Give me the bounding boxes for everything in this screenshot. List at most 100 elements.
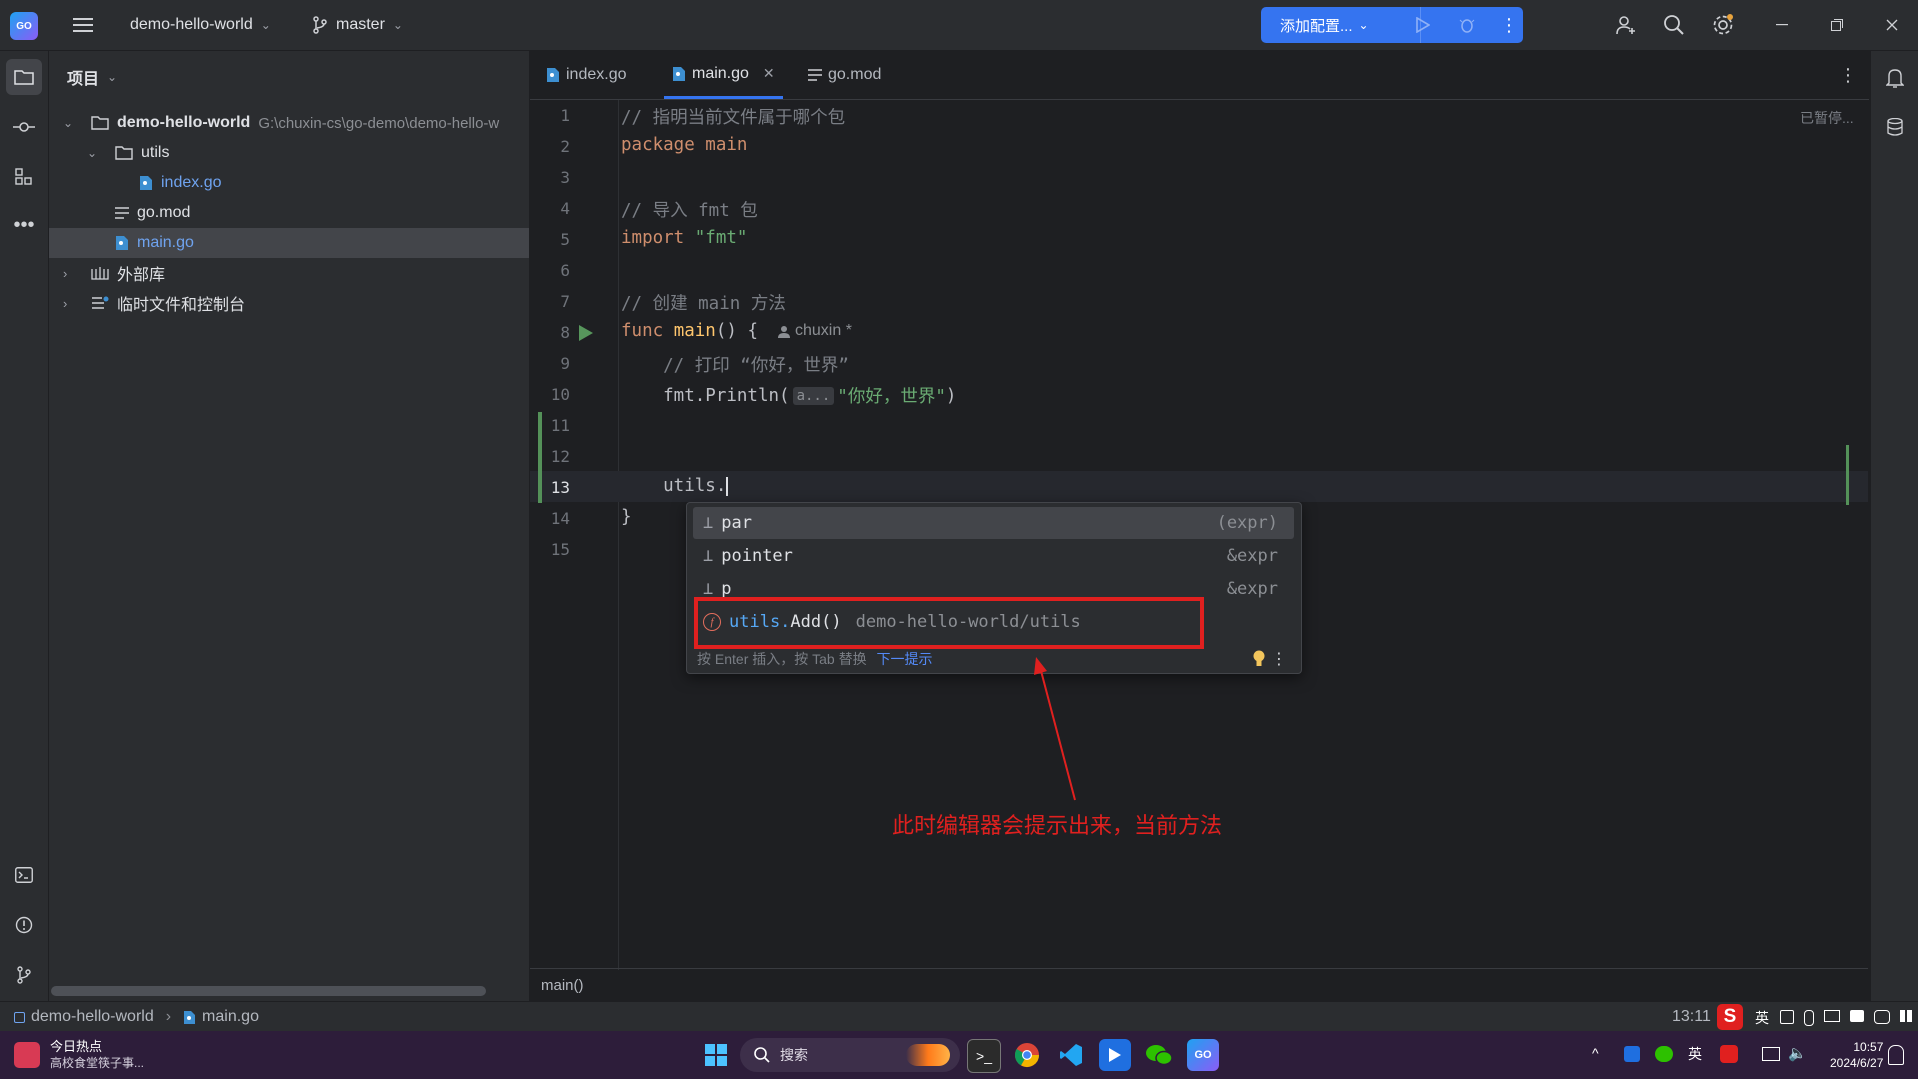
taskbar-search-box[interactable]: 搜索 [740,1038,960,1072]
terminal-icon[interactable] [6,857,42,893]
restore-icon[interactable] [1825,14,1849,36]
breadcrumb-function[interactable]: main() [541,977,584,994]
tray-sogou-icon[interactable] [1720,1045,1738,1063]
goland-app-icon[interactable]: GO [1187,1039,1219,1071]
completion-options-icon[interactable]: ⋮ [1271,649,1287,669]
comment-text: // 指明当前文件属于哪个包 [621,108,846,128]
run-icon[interactable] [1411,13,1435,37]
volume-icon[interactable]: 🔈 [1788,1044,1807,1062]
tab-index-go[interactable]: index.go [546,51,627,99]
tree-item-index-go[interactable]: index.go [49,168,529,198]
code-line-9[interactable]: // 打印 “你好，世界” [621,352,849,377]
network-icon[interactable] [1762,1047,1780,1061]
code-line-10[interactable]: fmt.Println(a... "你好，世界") [621,383,956,408]
line-number: 11 [550,416,570,435]
minimize-icon[interactable] [1770,14,1794,36]
terminal-app-icon[interactable]: >_ [967,1039,1001,1073]
ime-punct-icon[interactable] [1780,1010,1794,1024]
tree-item-scratches[interactable]: › 临时文件和控制台 [49,288,529,318]
feishu-app-icon[interactable] [1099,1039,1131,1071]
news-icon [14,1042,40,1068]
code-author-inlay[interactable]: chuxin * [778,322,852,340]
tree-item-external-libraries[interactable]: › 外部库 [49,258,529,288]
close-tab-icon[interactable]: ✕ [763,65,775,82]
code-line-8[interactable]: func main() { chuxin * [621,321,852,341]
tree-item-label: go.mod [137,204,191,221]
code-line-1[interactable]: // 指明当前文件属于哪个包 [621,104,845,129]
wechat-icon[interactable] [1143,1039,1175,1071]
search-icon[interactable] [1660,11,1688,39]
commit-icon[interactable] [6,109,42,145]
chevron-up-icon[interactable]: ^ [1592,1045,1599,1061]
code-line-14[interactable]: } [621,507,632,527]
project-folder-icon[interactable] [6,59,42,95]
horizontal-scrollbar[interactable] [51,986,486,996]
caret-position[interactable]: 13:11 [1672,1008,1711,1026]
news-title: 今日热点 [50,1039,103,1054]
settings-gear-icon[interactable] [1709,11,1737,39]
completion-item-pointer[interactable]: ⊥ pointer &expr [693,540,1294,572]
sogou-ime-icon[interactable]: S [1717,1004,1743,1030]
next-tip-link[interactable]: 下一提示 [876,651,932,667]
taskbar-clock[interactable]: 10:57 2024/6/27 [1830,1039,1883,1071]
status-file[interactable]: main.go [202,1008,259,1026]
tab-go-mod[interactable]: go.mod [808,51,881,99]
vscode-icon[interactable] [1055,1039,1087,1071]
microphone-icon[interactable] [1804,1010,1814,1026]
lightbulb-icon[interactable] [1251,649,1267,669]
grid-menu-icon[interactable] [1900,1010,1912,1022]
code-line-5[interactable]: import "fmt" [621,228,747,248]
postfix-template-icon: ⊥ [703,513,714,533]
news-widget[interactable]: 今日热点 高校食堂筷子事... [14,1039,144,1071]
chevron-right-icon: › [63,265,68,281]
add-configuration-button[interactable]: 添加配置... ⌄ [1261,7,1421,43]
project-tool-window: 项目 ⌄ ⌄ demo-hello-world G:\chuxin-cs\go-… [49,51,530,1001]
notifications-icon[interactable] [1883,66,1907,90]
ime-mode[interactable]: 英 [1755,1008,1769,1028]
gamepad-icon[interactable] [1874,1010,1890,1024]
debug-icon[interactable] [1455,13,1479,37]
add-user-icon[interactable] [1612,11,1640,39]
close-window-icon[interactable] [1880,14,1904,36]
tray-ime-indicator[interactable]: 英 [1688,1044,1702,1064]
windows-start-icon[interactable] [700,1039,732,1071]
tree-root-demo-hello-world[interactable]: ⌄ demo-hello-world G:\chuxin-cs\go-demo\… [49,108,529,138]
tree-item-utils[interactable]: ⌄ utils [49,138,529,168]
run-gutter-icon[interactable] [578,324,594,342]
git-branch-icon [313,16,327,34]
chevron-down-icon: ⌄ [87,146,98,160]
branch-switcher[interactable]: master ⌄ [312,0,403,50]
code-line-13[interactable]: utils. [621,476,729,496]
tray-wechat-icon[interactable] [1655,1046,1673,1062]
project-panel-header[interactable]: 项目 ⌄ [67,65,117,89]
code-line-7[interactable]: // 创建 main 方法 [621,290,786,315]
git-icon[interactable] [6,957,42,993]
keyboard-icon[interactable] [1824,1010,1840,1022]
editor-breadcrumb-bar: main() [530,968,1868,1001]
tab-main-go[interactable]: main.go ✕ [664,51,783,99]
status-project[interactable]: demo-hello-world [31,1008,154,1026]
more-tools-icon[interactable]: ••• [6,207,42,243]
tab-options-icon[interactable]: ⋮ [1836,63,1860,87]
analysis-paused-label[interactable]: 已暂停... [1800,108,1854,128]
problems-icon[interactable] [6,907,42,943]
more-actions-icon[interactable]: ⋮ [1499,13,1519,37]
code-line-4[interactable]: // 导入 fmt 包 [621,197,758,222]
postfix-template-icon: ⊥ [703,546,714,566]
completion-footer: 按 Enter 插入，按 Tab 替换 下一提示 [697,649,932,669]
string-text: "你好，世界" [837,387,946,407]
tray-feishu-icon[interactable] [1624,1046,1640,1062]
database-icon[interactable] [1883,115,1907,139]
notification-bell-icon[interactable] [1888,1045,1904,1065]
completion-item-par[interactable]: ⊥ par (expr) [693,507,1294,539]
project-switcher[interactable]: demo-hello-world ⌄ [130,0,271,50]
completion-item-name: par [721,513,752,533]
code-line-2[interactable]: package main [621,135,747,155]
main-menu-icon[interactable] [70,12,96,38]
tree-item-main-go[interactable]: main.go [49,228,529,258]
tree-item-go-mod[interactable]: go.mod [49,198,529,228]
skin-icon[interactable] [1850,1010,1864,1022]
structure-icon[interactable] [6,159,42,195]
chrome-icon[interactable] [1011,1039,1043,1071]
line-number: 3 [560,168,570,187]
